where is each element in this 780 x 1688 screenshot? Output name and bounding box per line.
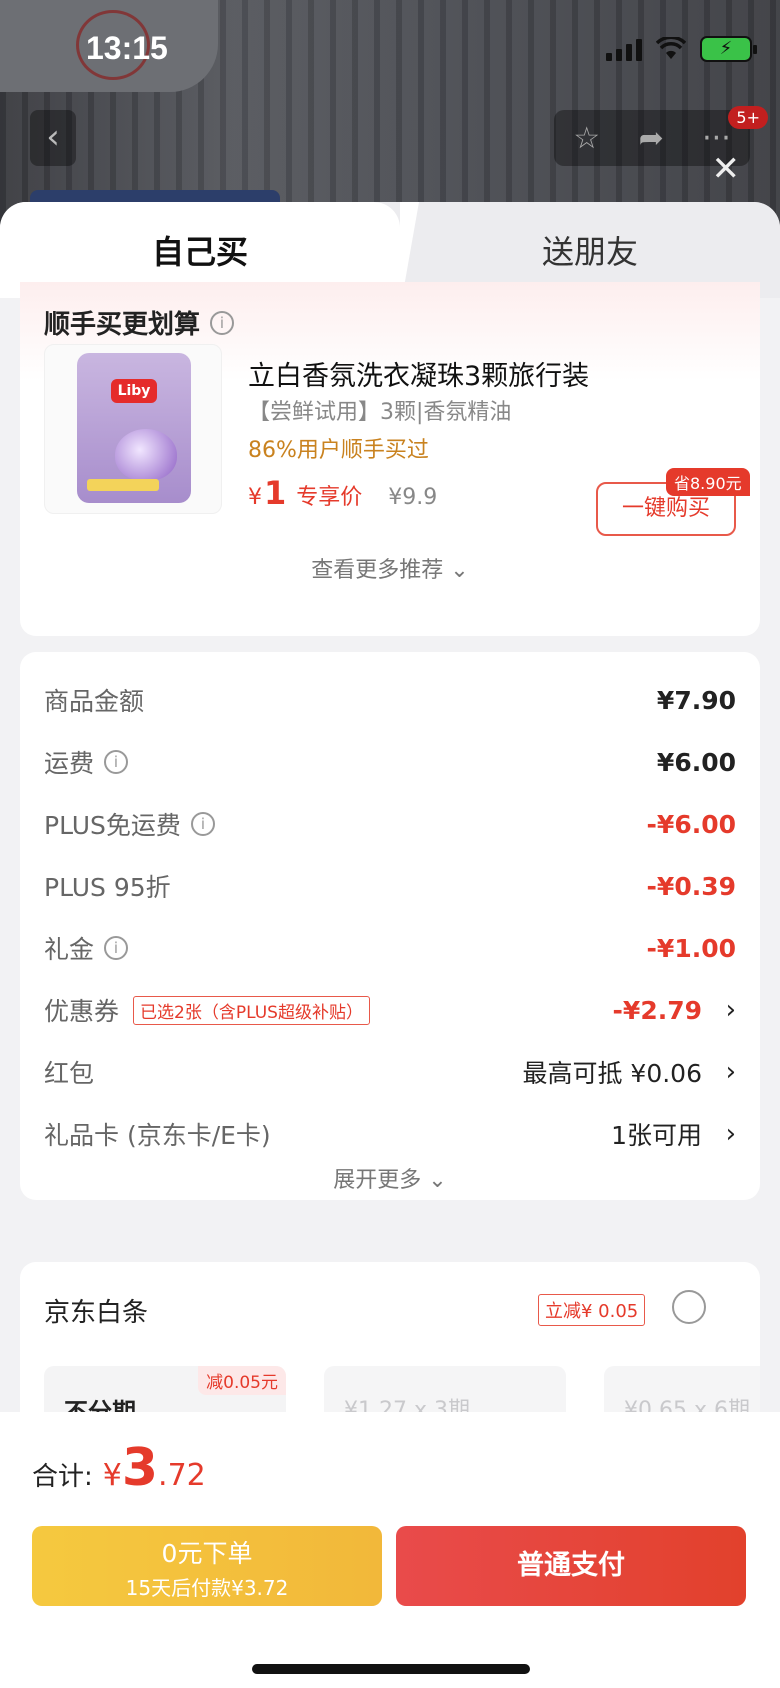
product-image[interactable]: Liby — [44, 344, 222, 514]
product-name[interactable]: 立白香氛洗衣凝珠3颗旅行装 — [248, 354, 589, 393]
plan-badge: 减0.05元 — [198, 1366, 286, 1395]
price-value: 1 — [264, 474, 287, 512]
save-badge: 省8.90元 — [666, 468, 750, 496]
baitiao-title: 京东白条 — [44, 1298, 149, 1328]
summary-row: PLUS 95折 -¥0.39 — [44, 866, 736, 906]
addon-card: 顺手买更划算 i Liby 立白香氛洗衣凝珠3颗旅行装 【尝鲜试用】3颗|香氛精… — [20, 282, 760, 636]
chevron-right-icon: › — [725, 1119, 736, 1149]
normal-pay-button[interactable]: 普通支付 — [396, 1526, 746, 1606]
pay-later-title: 0元下单 — [161, 1539, 253, 1568]
summary-label: PLUS免运费 — [44, 811, 181, 840]
order-total: 合计: ¥ 3 .72 — [32, 1438, 206, 1498]
summary-row: 运费 i ¥6.00 — [44, 742, 736, 782]
chevron-right-icon: › — [725, 1057, 736, 1087]
baitiao-discount-tag: 立减¥ 0.05 — [538, 1294, 646, 1326]
checkout-footer: 合计: ¥ 3 .72 0元下单 15天后付款¥3.72 普通支付 — [0, 1412, 780, 1688]
info-icon[interactable]: i — [210, 310, 235, 335]
product-spec: 【尝鲜试用】3颗|香氛精油 — [248, 400, 512, 425]
pay-later-button[interactable]: 0元下单 15天后付款¥3.72 — [32, 1526, 382, 1606]
expand-more-link[interactable]: 展开更多 ⌄ — [20, 1162, 760, 1194]
summary-amount: -¥6.00 — [646, 809, 736, 839]
info-icon[interactable]: i — [104, 936, 129, 960]
wifi-icon — [656, 37, 686, 59]
total-currency: ¥ — [102, 1458, 122, 1493]
back-icon[interactable]: ‹ — [30, 110, 76, 166]
total-label: 合计: — [32, 1462, 93, 1492]
price-tag: 专享价 — [296, 485, 363, 510]
signal-icon — [606, 37, 642, 61]
baitiao-radio[interactable] — [672, 1290, 706, 1324]
summary-row: 商品金额 ¥7.90 — [44, 680, 736, 720]
summary-amount: -¥2.79 — [612, 995, 702, 1025]
info-icon[interactable]: i — [190, 812, 215, 836]
summary-row: PLUS免运费 i -¥6.00 — [44, 804, 736, 844]
status-time: 13:15 — [86, 30, 168, 66]
addon-title-text: 顺手买更划算 — [44, 310, 201, 340]
summary-amount: -¥1.00 — [646, 933, 736, 963]
package-band — [87, 479, 159, 491]
more-recommendations-link[interactable]: 查看更多推荐 ⌄ — [20, 552, 760, 584]
summary-label: PLUS 95折 — [44, 873, 171, 902]
close-icon[interactable]: ✕ — [712, 152, 741, 186]
addon-title: 顺手买更划算 i — [44, 304, 235, 341]
red-packet-row[interactable]: 红包 最高可抵 ¥0.06 › — [44, 1052, 736, 1092]
summary-label: 礼品卡 (京东卡/E卡) — [44, 1121, 271, 1150]
pay-later-subtitle: 15天后付款¥3.72 — [125, 1576, 289, 1600]
share-icon[interactable]: ➦ — [639, 121, 664, 156]
summary-row: 礼金 i -¥1.00 — [44, 928, 736, 968]
cart-badge: 5+ — [728, 106, 768, 129]
price-summary-card: 商品金额 ¥7.90 运费 i ¥6.00 PLUS免运费 i -¥6.00 PLU… — [20, 652, 760, 1200]
original-price: ¥9.9 — [388, 485, 438, 510]
package-graphic: Liby — [77, 353, 191, 503]
status-icons: ⚡ — [606, 36, 757, 62]
info-icon[interactable]: i — [104, 750, 129, 774]
brand-logo: Liby — [111, 379, 157, 403]
gift-card-row[interactable]: 礼品卡 (京东卡/E卡) 1张可用 › — [44, 1114, 736, 1154]
buy-rate: 86%用户顺手买过 — [248, 438, 429, 463]
total-decimal: .72 — [158, 1458, 206, 1493]
pod-graphic — [115, 429, 177, 481]
product-price: ¥ 1 专享价 ¥9.9 — [248, 474, 437, 512]
summary-label: 商品金额 — [44, 687, 145, 716]
price-currency: ¥ — [248, 485, 262, 510]
summary-label: 红包 — [44, 1059, 95, 1088]
summary-amount: 最高可抵 ¥0.06 — [522, 1059, 702, 1088]
summary-amount: 1张可用 — [611, 1121, 702, 1150]
star-icon[interactable]: ☆ — [573, 121, 600, 156]
home-indicator — [252, 1664, 530, 1674]
summary-label: 优惠券 — [44, 997, 120, 1026]
summary-amount: ¥6.00 — [656, 747, 736, 777]
summary-amount: -¥0.39 — [646, 871, 736, 901]
summary-label: 运费 — [44, 749, 95, 778]
coupon-row[interactable]: 优惠券 已选2张（含PLUS超级补贴） -¥2.79 › — [44, 990, 736, 1030]
total-integer: 3 — [121, 1438, 159, 1498]
chevron-right-icon: › — [725, 995, 736, 1025]
summary-amount: ¥7.90 — [656, 685, 736, 715]
coupon-tag: 已选2张（含PLUS超级补贴） — [133, 995, 370, 1025]
summary-label: 礼金 — [44, 935, 95, 964]
battery-icon: ⚡ — [700, 36, 757, 62]
